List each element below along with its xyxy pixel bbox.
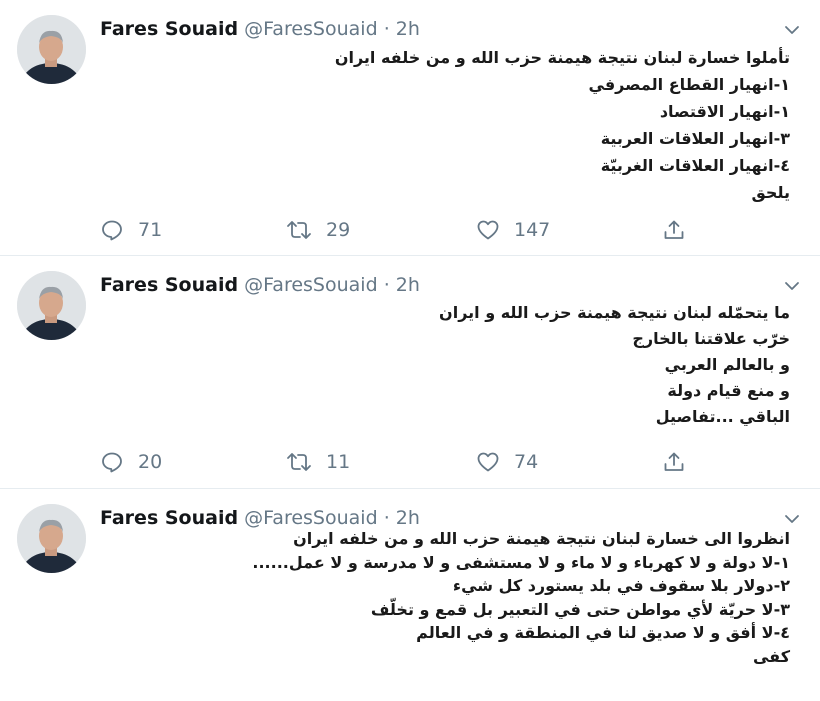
avatar[interactable]	[17, 504, 86, 573]
author-handle[interactable]: @FaresSouaid	[244, 18, 378, 40]
tweet-text-line: ٢-دولار بلا سقوف في بلد يستورد كل شيء	[452, 576, 790, 595]
share-icon	[662, 218, 686, 242]
tweet-text-line: يلحق	[751, 183, 791, 202]
like-count: 147	[514, 219, 551, 241]
tweet-actions: 71 29 147	[100, 214, 700, 246]
tweet-text-line: خرّب علاقتنا بالخارج	[632, 329, 790, 348]
tweet-text-line: ٤-انهيار العلاقات الغربيّة	[600, 156, 790, 175]
tweet-header: Fares Souaid @FaresSouaid · 2h	[100, 273, 420, 297]
tweet-text-line: كفى	[752, 646, 790, 666]
chevron-down-icon[interactable]	[782, 20, 802, 40]
like-button[interactable]: 74	[476, 446, 538, 478]
reply-button[interactable]: 20	[100, 446, 162, 478]
avatar[interactable]	[17, 15, 86, 84]
tweet-text: ما يتحمّله لبنان نتيجة هيمنة حزب الله و …	[439, 300, 790, 430]
chevron-down-icon[interactable]	[782, 276, 802, 296]
tweet-header: Fares Souaid @FaresSouaid · 2h	[100, 17, 420, 41]
timeline-feed: Fares Souaid @FaresSouaid · 2h تأملوا خس…	[0, 0, 820, 701]
tweet-timestamp[interactable]: 2h	[396, 18, 420, 40]
retweet-button[interactable]: 11	[286, 446, 350, 478]
reply-count: 20	[138, 451, 163, 473]
tweet-text-line: ٤-لا أفق و لا صديق لنا في المنطقة و في ا…	[416, 623, 790, 642]
share-button[interactable]	[662, 214, 686, 246]
author-name[interactable]: Fares Souaid	[100, 274, 238, 296]
tweet-text-line: ٣-انهيار العلاقات العربية	[600, 129, 790, 148]
tweet-text: انظروا الى خسارة لبنان نتيجة هيمنة حزب ا…	[252, 527, 790, 668]
heart-icon	[476, 450, 500, 474]
reply-count: 71	[138, 219, 163, 241]
tweet-actions: 20 11 74	[100, 446, 700, 478]
like-count: 74	[514, 451, 539, 473]
tweet-text-line: و منع قيام دولة	[667, 381, 790, 400]
tweet-text-line: ٣-لا حريّة لأي مواطن حتى في التعبير بل ق…	[370, 599, 790, 619]
author-name[interactable]: Fares Souaid	[100, 507, 238, 529]
avatar[interactable]	[17, 271, 86, 340]
retweet-icon	[286, 450, 312, 474]
tweet-timestamp[interactable]: 2h	[396, 507, 420, 529]
author-handle[interactable]: @FaresSouaid	[244, 507, 378, 529]
author-name[interactable]: Fares Souaid	[100, 18, 238, 40]
reply-icon	[100, 218, 124, 242]
tweet[interactable]: Fares Souaid @FaresSouaid · 2h ما يتحمّل…	[0, 256, 820, 489]
tweet-timestamp[interactable]: 2h	[396, 274, 420, 296]
tweet[interactable]: Fares Souaid @FaresSouaid · 2h تأملوا خس…	[0, 0, 820, 256]
separator-dot: ·	[383, 507, 390, 529]
retweet-count: 29	[326, 219, 351, 241]
heart-icon	[476, 218, 500, 242]
tweet-text-line: ١-انهيار القطاع المصرفي	[588, 75, 790, 94]
reply-icon	[100, 450, 124, 474]
separator-dot: ·	[383, 274, 390, 296]
tweet-text: تأملوا خسارة لبنان نتيجة هيمنة حزب الله …	[335, 44, 790, 206]
share-icon	[662, 450, 686, 474]
tweet-text-line: ما يتحمّله لبنان نتيجة هيمنة حزب الله و …	[439, 303, 790, 322]
tweet-text-line: ١-لا دولة و لا كهرباء و لا ماء و لا مستش…	[252, 552, 790, 572]
like-button[interactable]: 147	[476, 214, 550, 246]
tweet-text-line: و بالعالم العربي	[664, 355, 790, 374]
chevron-down-icon[interactable]	[782, 509, 802, 529]
retweet-icon	[286, 218, 312, 242]
tweet[interactable]: Fares Souaid @FaresSouaid · 2h انظروا ال…	[0, 489, 820, 701]
retweet-count: 11	[326, 451, 351, 473]
tweet-text-line: ١-انهيار الاقتصاد	[659, 102, 790, 121]
share-button[interactable]	[662, 446, 686, 478]
tweet-text-line: انظروا الى خسارة لبنان نتيجة هيمنة حزب ا…	[293, 529, 790, 548]
author-handle[interactable]: @FaresSouaid	[244, 274, 378, 296]
separator-dot: ·	[383, 18, 390, 40]
retweet-button[interactable]: 29	[286, 214, 350, 246]
reply-button[interactable]: 71	[100, 214, 162, 246]
tweet-text-line: تأملوا خسارة لبنان نتيجة هيمنة حزب الله …	[334, 48, 790, 67]
tweet-text-line: الباقي ...تفاصيل	[655, 407, 790, 426]
